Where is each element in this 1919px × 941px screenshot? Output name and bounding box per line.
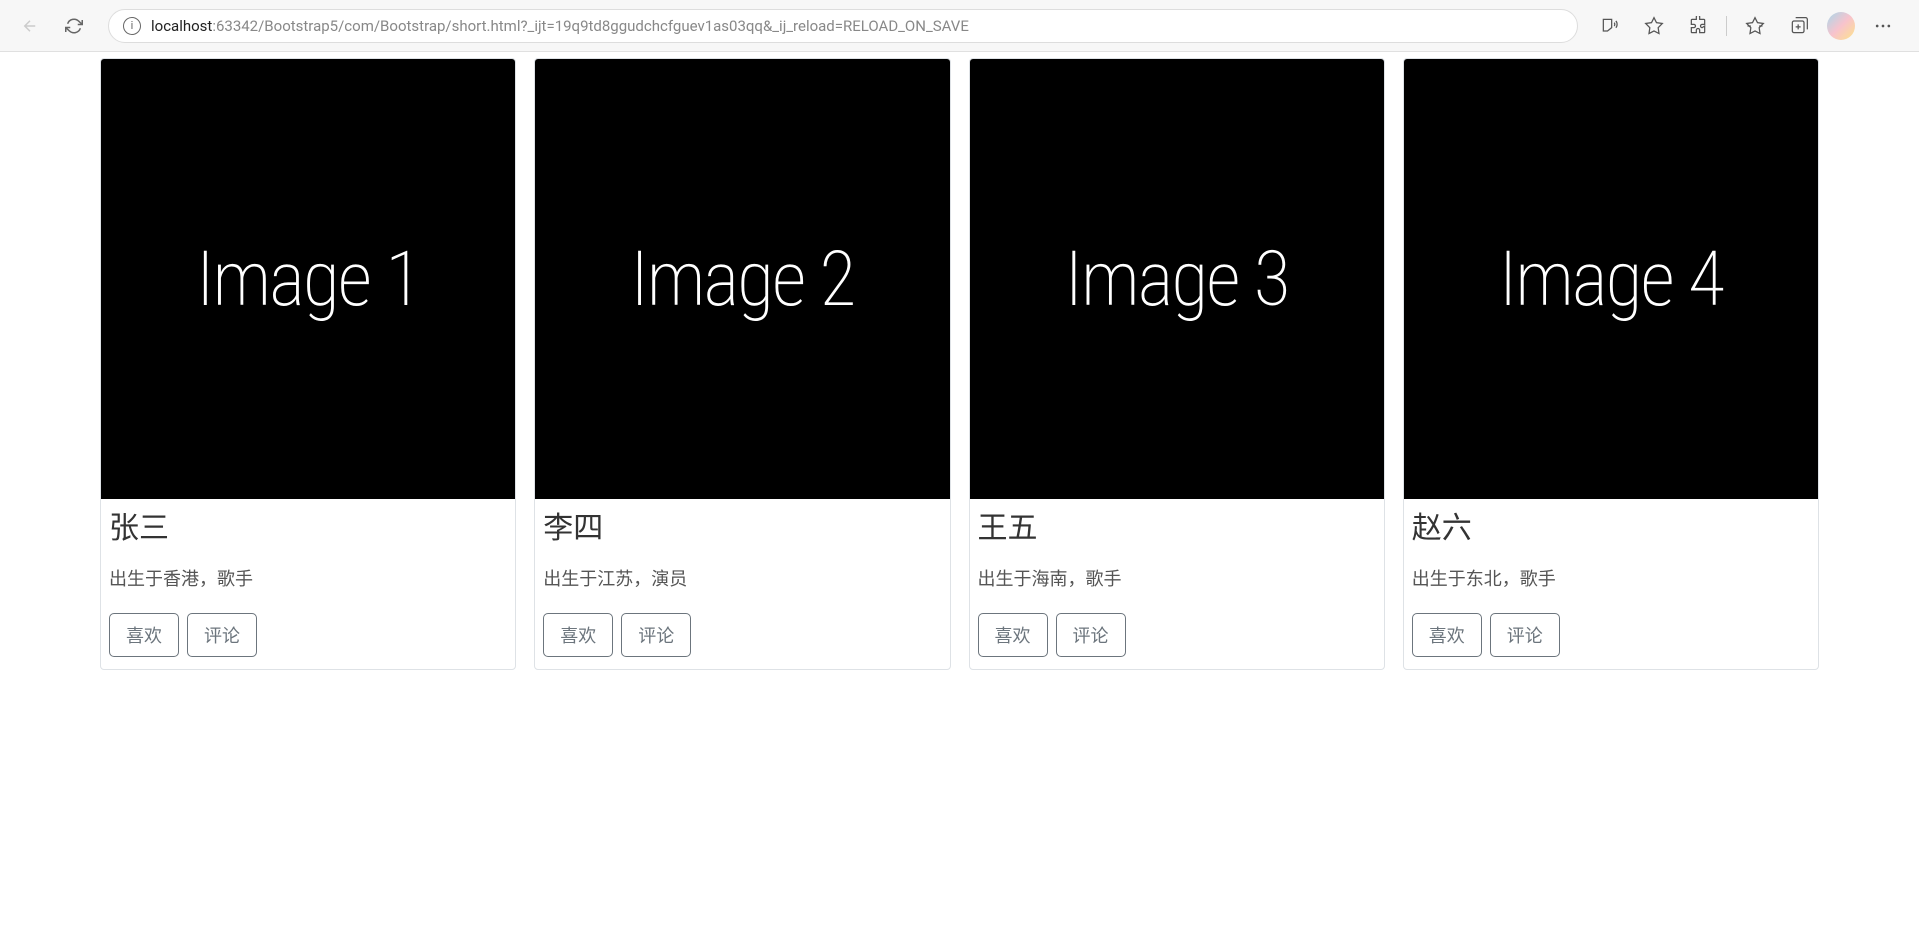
comment-button[interactable]: 评论 bbox=[1056, 613, 1126, 657]
card-2: Image 2 李四 出生于江苏，演员 喜欢 评论 bbox=[534, 58, 950, 670]
refresh-button[interactable] bbox=[56, 8, 92, 44]
toolbar-divider bbox=[1726, 16, 1727, 36]
card-1: Image 1 张三 出生于香港，歌手 喜欢 评论 bbox=[100, 58, 516, 670]
card-3: Image 3 王五 出生于海南，歌手 喜欢 评论 bbox=[969, 58, 1385, 670]
card-4: Image 4 赵六 出生于东北，歌手 喜欢 评论 bbox=[1403, 58, 1819, 670]
browser-toolbar: i localhost:63342/Bootstrap5/com/Bootstr… bbox=[0, 0, 1919, 52]
toolbar-right bbox=[1594, 10, 1907, 42]
url-host: localhost bbox=[151, 17, 212, 35]
card-title-1: 张三 bbox=[109, 503, 507, 547]
like-button[interactable]: 喜欢 bbox=[543, 613, 613, 657]
refresh-icon bbox=[65, 17, 83, 35]
card-image-4: Image 4 bbox=[1404, 59, 1818, 499]
card-image-3: Image 3 bbox=[970, 59, 1384, 499]
info-icon[interactable]: i bbox=[123, 17, 141, 35]
read-aloud-icon[interactable] bbox=[1594, 10, 1626, 42]
back-icon bbox=[21, 17, 39, 35]
card-body-4: 赵六 出生于东北，歌手 喜欢 评论 bbox=[1404, 499, 1818, 669]
extensions-icon[interactable] bbox=[1682, 10, 1714, 42]
card-subtitle-4: 出生于东北，歌手 bbox=[1412, 565, 1810, 591]
url-text: localhost:63342/Bootstrap5/com/Bootstrap… bbox=[151, 17, 969, 35]
more-icon[interactable] bbox=[1867, 10, 1899, 42]
card-actions-4: 喜欢 评论 bbox=[1412, 613, 1810, 657]
card-actions-2: 喜欢 评论 bbox=[543, 613, 941, 657]
card-image-2: Image 2 bbox=[535, 59, 949, 499]
card-row: Image 1 张三 出生于香港，歌手 喜欢 评论 Image 2 李四 出生于… bbox=[100, 58, 1819, 670]
card-title-2: 李四 bbox=[543, 503, 941, 547]
collections-icon[interactable] bbox=[1783, 10, 1815, 42]
page-content: Image 1 张三 出生于香港，歌手 喜欢 评论 Image 2 李四 出生于… bbox=[0, 52, 1919, 690]
card-actions-1: 喜欢 评论 bbox=[109, 613, 507, 657]
card-title-3: 王五 bbox=[978, 503, 1376, 547]
address-bar[interactable]: i localhost:63342/Bootstrap5/com/Bootstr… bbox=[108, 9, 1578, 43]
comment-button[interactable]: 评论 bbox=[1490, 613, 1560, 657]
comment-button[interactable]: 评论 bbox=[187, 613, 257, 657]
card-body-1: 张三 出生于香港，歌手 喜欢 评论 bbox=[101, 499, 515, 669]
back-button[interactable] bbox=[12, 8, 48, 44]
card-body-2: 李四 出生于江苏，演员 喜欢 评论 bbox=[535, 499, 949, 669]
card-subtitle-3: 出生于海南，歌手 bbox=[978, 565, 1376, 591]
profile-avatar[interactable] bbox=[1827, 12, 1855, 40]
favorites-bar-icon[interactable] bbox=[1739, 10, 1771, 42]
card-title-4: 赵六 bbox=[1412, 503, 1810, 547]
comment-button[interactable]: 评论 bbox=[621, 613, 691, 657]
like-button[interactable]: 喜欢 bbox=[109, 613, 179, 657]
card-body-3: 王五 出生于海南，歌手 喜欢 评论 bbox=[970, 499, 1384, 669]
favorite-icon[interactable] bbox=[1638, 10, 1670, 42]
card-image-1: Image 1 bbox=[101, 59, 515, 499]
url-rest: :63342/Bootstrap5/com/Bootstrap/short.ht… bbox=[212, 17, 969, 35]
like-button[interactable]: 喜欢 bbox=[1412, 613, 1482, 657]
card-actions-3: 喜欢 评论 bbox=[978, 613, 1376, 657]
card-subtitle-1: 出生于香港，歌手 bbox=[109, 565, 507, 591]
card-subtitle-2: 出生于江苏，演员 bbox=[543, 565, 941, 591]
like-button[interactable]: 喜欢 bbox=[978, 613, 1048, 657]
